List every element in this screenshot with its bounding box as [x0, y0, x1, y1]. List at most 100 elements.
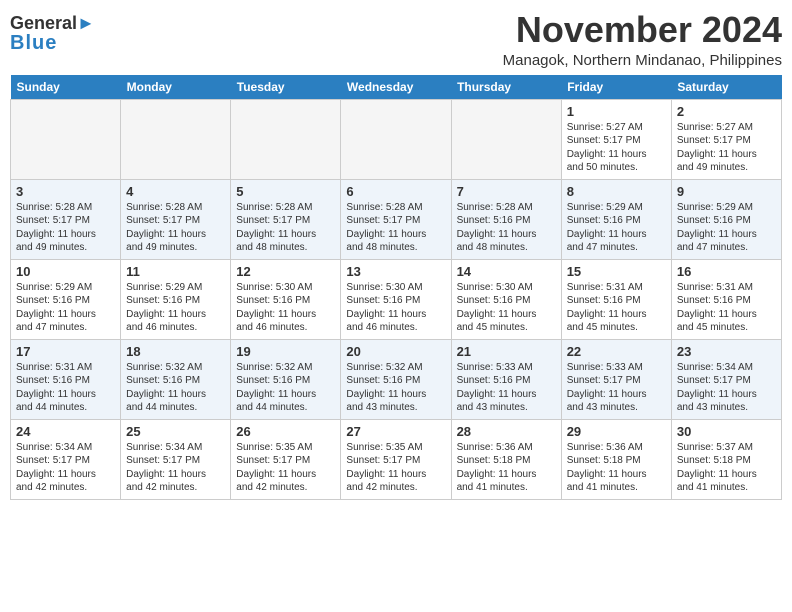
calendar-header-sunday: Sunday: [11, 75, 121, 100]
day-number: 1: [567, 104, 666, 119]
day-info: Sunrise: 5:28 AM Sunset: 5:17 PM Dayligh…: [346, 201, 445, 255]
day-number: 6: [346, 184, 445, 199]
day-info: Sunrise: 5:32 AM Sunset: 5:16 PM Dayligh…: [236, 361, 335, 415]
day-info: Sunrise: 5:37 AM Sunset: 5:18 PM Dayligh…: [677, 441, 776, 495]
day-number: 8: [567, 184, 666, 199]
day-info: Sunrise: 5:28 AM Sunset: 5:17 PM Dayligh…: [16, 201, 115, 255]
calendar-cell: 14 Sunrise: 5:30 AM Sunset: 5:16 PM Dayli…: [451, 259, 561, 339]
day-info: Sunrise: 5:31 AM Sunset: 5:16 PM Dayligh…: [567, 281, 666, 335]
day-number: 14: [457, 264, 556, 279]
calendar-cell: 16 Sunrise: 5:31 AM Sunset: 5:16 PM Dayli…: [671, 259, 781, 339]
day-info: Sunrise: 5:30 AM Sunset: 5:16 PM Dayligh…: [457, 281, 556, 335]
day-number: 13: [346, 264, 445, 279]
day-info: Sunrise: 5:32 AM Sunset: 5:16 PM Dayligh…: [126, 361, 225, 415]
day-info: Sunrise: 5:29 AM Sunset: 5:16 PM Dayligh…: [677, 201, 776, 255]
calendar-header-tuesday: Tuesday: [231, 75, 341, 100]
day-info: Sunrise: 5:27 AM Sunset: 5:17 PM Dayligh…: [567, 121, 666, 175]
day-info: Sunrise: 5:28 AM Sunset: 5:16 PM Dayligh…: [457, 201, 556, 255]
calendar-cell: 4 Sunrise: 5:28 AM Sunset: 5:17 PM Daylig…: [121, 179, 231, 259]
title-block: November 2024 Managok, Northern Mindanao…: [503, 10, 782, 69]
calendar-cell: 13Sunrise: 5:30 AM Sunset: 5:16 PM Dayli…: [341, 259, 451, 339]
day-number: 25: [126, 424, 225, 439]
calendar-cell: 26Sunrise: 5:35 AM Sunset: 5:17 PM Dayli…: [231, 419, 341, 499]
calendar-header-row: SundayMondayTuesdayWednesdayThursdayFrid…: [11, 75, 782, 100]
calendar-header-wednesday: Wednesday: [341, 75, 451, 100]
day-number: 28: [457, 424, 556, 439]
day-number: 9: [677, 184, 776, 199]
day-info: Sunrise: 5:31 AM Sunset: 5:16 PM Dayligh…: [677, 281, 776, 335]
logo-blue: ►: [77, 13, 95, 33]
calendar-cell: 19 Sunrise: 5:32 AM Sunset: 5:16 PM Dayli…: [231, 339, 341, 419]
calendar-header-friday: Friday: [561, 75, 671, 100]
calendar-cell: 15 Sunrise: 5:31 AM Sunset: 5:16 PM Dayli…: [561, 259, 671, 339]
calendar-cell: 8Sunrise: 5:29 AM Sunset: 5:16 PM Daylig…: [561, 179, 671, 259]
calendar-cell: 7 Sunrise: 5:28 AM Sunset: 5:16 PM Daylig…: [451, 179, 561, 259]
day-info: Sunrise: 5:36 AM Sunset: 5:18 PM Dayligh…: [457, 441, 556, 495]
day-number: 4: [126, 184, 225, 199]
calendar-cell: 17Sunrise: 5:31 AM Sunset: 5:16 PM Dayli…: [11, 339, 121, 419]
day-number: 20: [346, 344, 445, 359]
calendar-cell: 21Sunrise: 5:33 AM Sunset: 5:16 PM Dayli…: [451, 339, 561, 419]
day-number: 23: [677, 344, 776, 359]
calendar-cell: 23 Sunrise: 5:34 AM Sunset: 5:17 PM Dayli…: [671, 339, 781, 419]
day-number: 17: [16, 344, 115, 359]
day-info: Sunrise: 5:32 AM Sunset: 5:16 PM Dayligh…: [346, 361, 445, 415]
calendar-cell: 9 Sunrise: 5:29 AM Sunset: 5:16 PM Daylig…: [671, 179, 781, 259]
month-title: November 2024: [503, 10, 782, 50]
day-number: 18: [126, 344, 225, 359]
day-info: Sunrise: 5:36 AM Sunset: 5:18 PM Dayligh…: [567, 441, 666, 495]
logo: General► Blue: [10, 10, 95, 55]
calendar-cell: 2 Sunrise: 5:27 AM Sunset: 5:17 PM Daylig…: [671, 99, 781, 179]
calendar-cell: 24 Sunrise: 5:34 AM Sunset: 5:17 PM Dayli…: [11, 419, 121, 499]
day-number: 16: [677, 264, 776, 279]
calendar-cell: 20 Sunrise: 5:32 AM Sunset: 5:16 PM Dayli…: [341, 339, 451, 419]
day-info: Sunrise: 5:30 AM Sunset: 5:16 PM Dayligh…: [236, 281, 335, 335]
day-info: Sunrise: 5:34 AM Sunset: 5:17 PM Dayligh…: [126, 441, 225, 495]
calendar-cell: [231, 99, 341, 179]
day-info: Sunrise: 5:34 AM Sunset: 5:17 PM Dayligh…: [16, 441, 115, 495]
calendar-cell: 11 Sunrise: 5:29 AM Sunset: 5:16 PM Dayli…: [121, 259, 231, 339]
calendar-cell: 1 Sunrise: 5:27 AM Sunset: 5:17 PM Daylig…: [561, 99, 671, 179]
page-header: General► Blue November 2024 Managok, Nor…: [10, 10, 782, 69]
day-number: 26: [236, 424, 335, 439]
location-title: Managok, Northern Mindanao, Philippines: [503, 52, 782, 69]
calendar-cell: 28 Sunrise: 5:36 AM Sunset: 5:18 PM Dayli…: [451, 419, 561, 499]
day-info: Sunrise: 5:28 AM Sunset: 5:17 PM Dayligh…: [236, 201, 335, 255]
calendar-cell: 29Sunrise: 5:36 AM Sunset: 5:18 PM Dayli…: [561, 419, 671, 499]
calendar-header-saturday: Saturday: [671, 75, 781, 100]
calendar-cell: 30 Sunrise: 5:37 AM Sunset: 5:18 PM Dayli…: [671, 419, 781, 499]
calendar-cell: [341, 99, 451, 179]
day-number: 12: [236, 264, 335, 279]
calendar-table: SundayMondayTuesdayWednesdayThursdayFrid…: [10, 75, 782, 500]
day-number: 3: [16, 184, 115, 199]
day-number: 19: [236, 344, 335, 359]
day-info: Sunrise: 5:27 AM Sunset: 5:17 PM Dayligh…: [677, 121, 776, 175]
day-info: Sunrise: 5:34 AM Sunset: 5:17 PM Dayligh…: [677, 361, 776, 415]
day-number: 30: [677, 424, 776, 439]
day-number: 24: [16, 424, 115, 439]
calendar-cell: 18 Sunrise: 5:32 AM Sunset: 5:16 PM Dayli…: [121, 339, 231, 419]
calendar-week-row: 24 Sunrise: 5:34 AM Sunset: 5:17 PM Dayli…: [11, 419, 782, 499]
day-info: Sunrise: 5:29 AM Sunset: 5:16 PM Dayligh…: [126, 281, 225, 335]
day-info: Sunrise: 5:35 AM Sunset: 5:17 PM Dayligh…: [346, 441, 445, 495]
calendar-cell: 5Sunrise: 5:28 AM Sunset: 5:17 PM Daylig…: [231, 179, 341, 259]
calendar-cell: 12 Sunrise: 5:30 AM Sunset: 5:16 PM Dayli…: [231, 259, 341, 339]
calendar-cell: 6 Sunrise: 5:28 AM Sunset: 5:17 PM Daylig…: [341, 179, 451, 259]
calendar-header-monday: Monday: [121, 75, 231, 100]
calendar-cell: 10 Sunrise: 5:29 AM Sunset: 5:16 PM Dayli…: [11, 259, 121, 339]
day-number: 10: [16, 264, 115, 279]
day-number: 22: [567, 344, 666, 359]
day-info: Sunrise: 5:33 AM Sunset: 5:16 PM Dayligh…: [457, 361, 556, 415]
calendar-cell: 25 Sunrise: 5:34 AM Sunset: 5:17 PM Dayli…: [121, 419, 231, 499]
calendar-week-row: 17Sunrise: 5:31 AM Sunset: 5:16 PM Dayli…: [11, 339, 782, 419]
calendar-cell: [11, 99, 121, 179]
day-number: 2: [677, 104, 776, 119]
day-number: 15: [567, 264, 666, 279]
day-number: 7: [457, 184, 556, 199]
day-info: Sunrise: 5:28 AM Sunset: 5:17 PM Dayligh…: [126, 201, 225, 255]
calendar-week-row: 1 Sunrise: 5:27 AM Sunset: 5:17 PM Daylig…: [11, 99, 782, 179]
calendar-cell: 3 Sunrise: 5:28 AM Sunset: 5:17 PM Daylig…: [11, 179, 121, 259]
day-info: Sunrise: 5:29 AM Sunset: 5:16 PM Dayligh…: [16, 281, 115, 335]
day-number: 11: [126, 264, 225, 279]
calendar-cell: 22Sunrise: 5:33 AM Sunset: 5:17 PM Dayli…: [561, 339, 671, 419]
